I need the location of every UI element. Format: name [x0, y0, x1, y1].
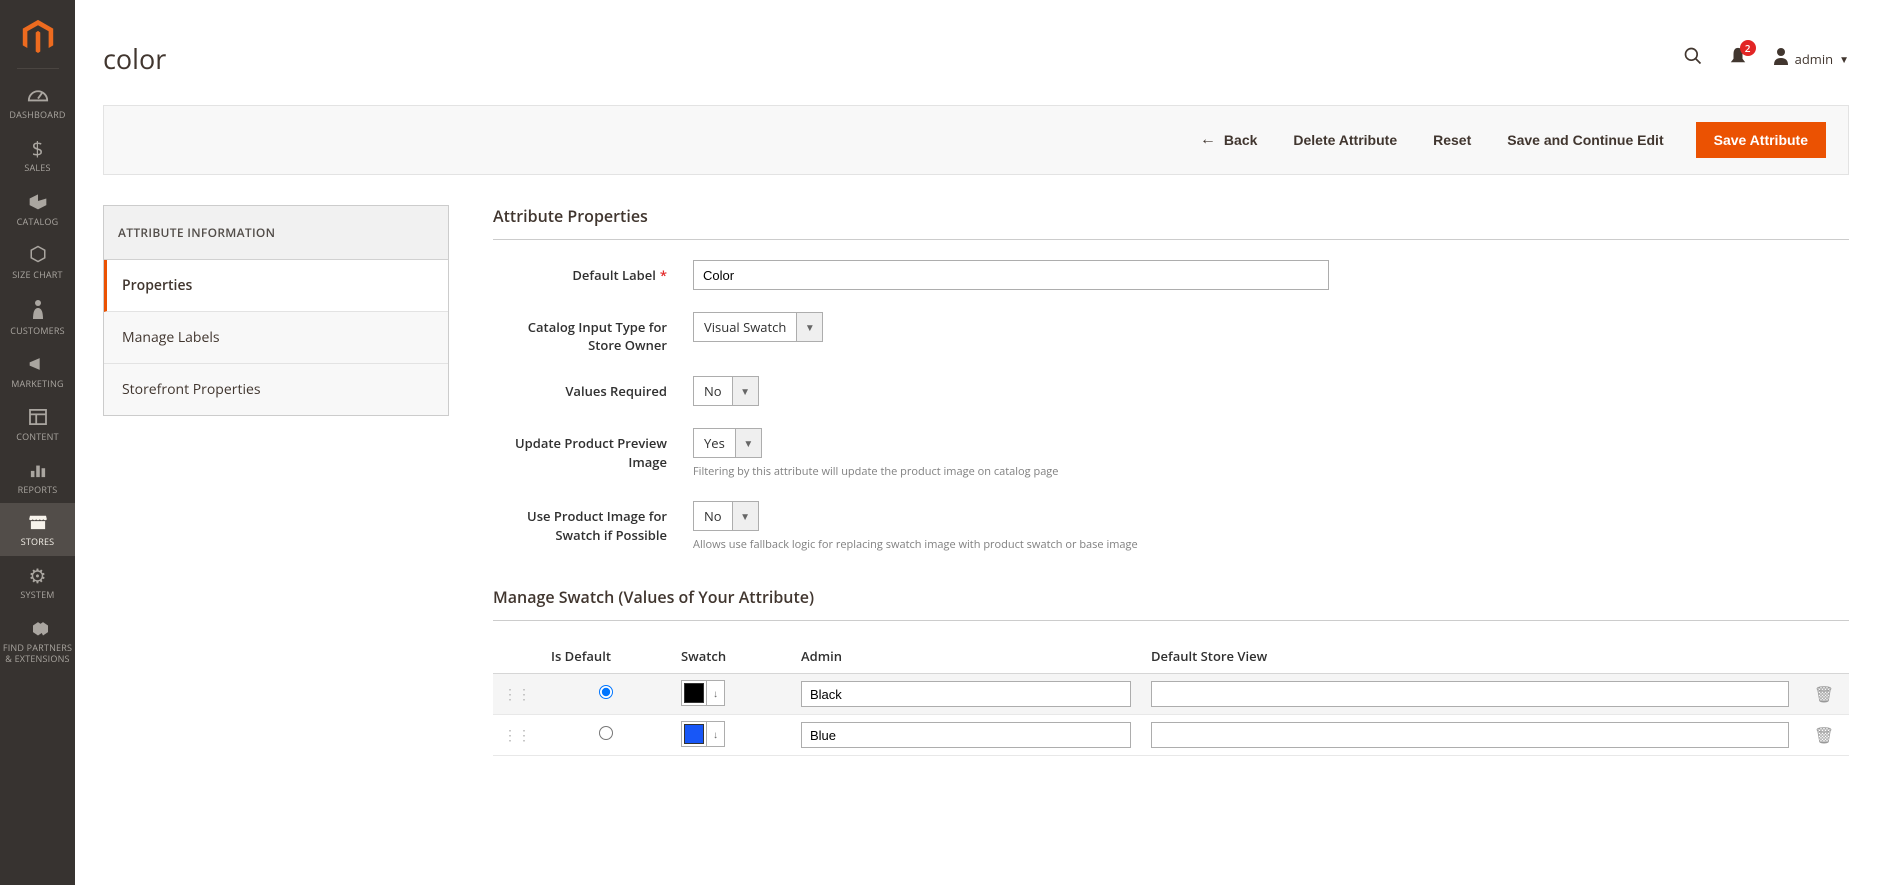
notif-badge: 2 — [1740, 40, 1756, 56]
col-default-store: Default Store View — [1141, 639, 1799, 674]
drag-handle-icon[interactable]: ⋮⋮ — [503, 685, 531, 704]
layout-icon — [29, 408, 47, 428]
nav-sizechart[interactable]: SIZE CHART — [0, 235, 75, 289]
select-input-type[interactable]: Visual Swatch ▼ — [693, 312, 823, 342]
bar-chart-icon — [29, 461, 47, 481]
radio-is-default[interactable] — [599, 726, 613, 740]
select-update-preview[interactable]: Yes ▼ — [693, 428, 762, 458]
chevron-down-icon: ▼ — [796, 313, 822, 341]
trash-icon[interactable]: 🗑 — [1814, 724, 1834, 746]
chevron-down-icon: ↓ — [706, 722, 724, 746]
input-admin-value[interactable] — [801, 681, 1131, 707]
label-use-product-image: Use Product Image for Swatch if Possible — [493, 501, 693, 543]
save-attribute-button[interactable]: Save Attribute — [1696, 122, 1826, 158]
nav-sales[interactable]: $ SALES — [0, 129, 75, 182]
label-values-required: Values Required — [493, 376, 693, 400]
col-swatch: Swatch — [671, 639, 791, 674]
label-update-preview: Update Product Preview Image — [493, 428, 693, 470]
form-section-title: Attribute Properties — [493, 205, 1849, 240]
nav-content[interactable]: CONTENT — [0, 398, 75, 451]
notifications-icon[interactable]: 2 — [1729, 46, 1747, 72]
page-title: color — [103, 40, 166, 77]
person-icon — [31, 299, 45, 322]
drag-handle-icon[interactable]: ⋮⋮ — [503, 726, 531, 745]
help-update-preview: Filtering by this attribute will update … — [693, 464, 1849, 479]
back-button[interactable]: ← Back — [1196, 123, 1261, 157]
label-input-type: Catalog Input Type for Store Owner — [493, 312, 693, 354]
delete-attribute-button[interactable]: Delete Attribute — [1289, 124, 1401, 156]
nav-stores[interactable]: STORES — [0, 503, 75, 556]
gear-icon: ⚙ — [29, 566, 47, 586]
nav-dashboard[interactable]: DASHBOARD — [0, 75, 75, 129]
swatch-picker[interactable]: ↓ — [681, 721, 725, 747]
swatch-section-title: Manage Swatch (Values of Your Attribute) — [493, 586, 1849, 621]
input-store-value[interactable] — [1151, 681, 1789, 707]
hexagon-icon — [29, 245, 47, 266]
megaphone-icon — [28, 355, 48, 375]
tabs-header: ATTRIBUTE INFORMATION — [103, 205, 449, 260]
trash-icon[interactable]: 🗑 — [1814, 683, 1834, 705]
magento-logo[interactable] — [19, 18, 57, 56]
nav-catalog[interactable]: CATALOG — [0, 182, 75, 236]
tab-list: Properties Manage Labels Storefront Prop… — [103, 260, 449, 416]
store-icon — [28, 513, 48, 533]
swatch-picker[interactable]: ↓ — [681, 680, 725, 706]
help-use-product-image: Allows use fallback logic for replacing … — [693, 537, 1849, 552]
nav-customers[interactable]: CUSTOMERS — [0, 289, 75, 345]
swatch-row: ⋮⋮ ↓ 🗑 — [493, 715, 1849, 756]
user-menu[interactable]: admin ▼ — [1773, 47, 1849, 70]
tab-storefront-properties[interactable]: Storefront Properties — [104, 364, 448, 415]
input-admin-value[interactable] — [801, 722, 1131, 748]
search-icon[interactable] — [1683, 45, 1703, 72]
swatch-color — [684, 683, 704, 703]
chevron-down-icon: ▼ — [732, 377, 758, 405]
save-continue-button[interactable]: Save and Continue Edit — [1503, 124, 1667, 156]
chevron-down-icon: ▼ — [735, 429, 761, 457]
col-admin: Admin — [791, 639, 1141, 674]
input-default-label[interactable] — [693, 260, 1329, 290]
user-icon — [1773, 47, 1789, 70]
tab-manage-labels[interactable]: Manage Labels — [104, 312, 448, 364]
arrow-left-icon: ← — [1200, 131, 1216, 149]
swatch-table: Is Default Swatch Admin Default Store Vi… — [493, 639, 1849, 756]
action-bar: ← Back Delete Attribute Reset Save and C… — [103, 105, 1849, 175]
radio-is-default[interactable] — [599, 685, 613, 699]
chevron-down-icon: ↓ — [706, 681, 724, 705]
swatch-color — [684, 724, 704, 744]
input-store-value[interactable] — [1151, 722, 1789, 748]
col-is-default: Is Default — [541, 639, 671, 674]
admin-sidebar: DASHBOARD $ SALES CATALOG SIZE CHART CUS… — [0, 0, 75, 885]
swatch-row: ⋮⋮ ↓ 🗑 — [493, 674, 1849, 715]
username: admin — [1795, 50, 1833, 68]
nav-partners[interactable]: FIND PARTNERS & EXTENSIONS — [0, 609, 75, 673]
select-use-product-image[interactable]: No ▼ — [693, 501, 759, 531]
reset-button[interactable]: Reset — [1429, 124, 1475, 156]
dashboard-icon — [27, 85, 49, 106]
nav-marketing[interactable]: MARKETING — [0, 345, 75, 398]
label-default-label: Default Label* — [493, 260, 693, 284]
tab-properties[interactable]: Properties — [104, 260, 448, 312]
box-icon — [28, 192, 48, 213]
caret-down-icon: ▼ — [1839, 52, 1849, 66]
select-values-required[interactable]: No ▼ — [693, 376, 759, 406]
nav-system[interactable]: ⚙ SYSTEM — [0, 556, 75, 609]
chevron-down-icon: ▼ — [732, 502, 758, 530]
dollar-icon: $ — [32, 139, 43, 159]
nav-reports[interactable]: REPORTS — [0, 451, 75, 504]
partners-icon — [28, 619, 48, 639]
